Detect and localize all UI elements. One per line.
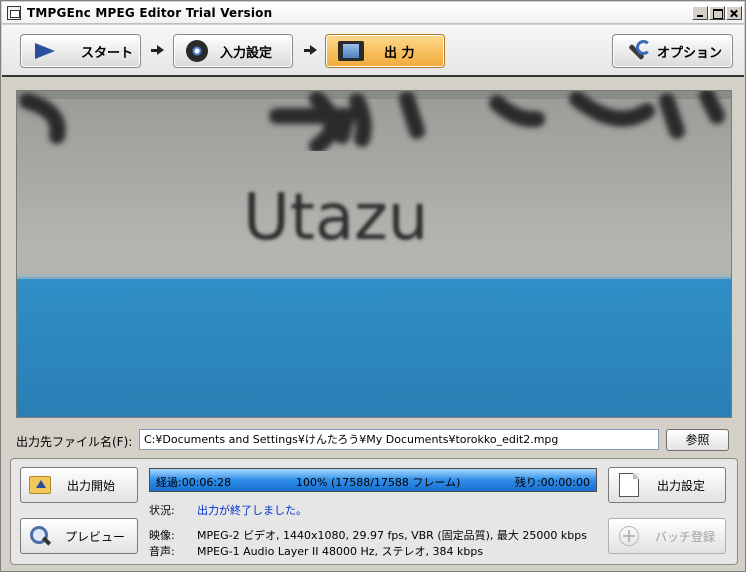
video-preview: Utazu [16,90,732,418]
folder-upload-icon [29,476,51,494]
status-label: 状況: [149,504,175,517]
close-button[interactable] [726,6,742,20]
batch-register-button[interactable]: バッチ登録 [608,518,726,554]
output-step-button[interactable]: 出 力 [325,34,445,68]
arrow-right-icon [150,43,164,57]
document-icon [619,473,639,497]
browse-button[interactable]: 参照 [666,429,729,451]
wrench-icon [625,40,651,62]
batch-register-label: バッチ登録 [655,529,716,544]
magnifier-icon [29,525,51,547]
progress-bar: 経過:00:06:28 100% (17588/17588 フレーム) 残り:0… [149,468,597,492]
audio-label: 音声: [149,545,175,558]
start-step-label: スタート [81,45,134,61]
start-step-button[interactable]: スタート [20,34,141,68]
title-bar[interactable]: TMPGEnc MPEG Editor Trial Version [2,2,744,24]
audio-info: MPEG-1 Audio Layer II 48000 Hz, ステレオ, 38… [197,545,484,558]
output-settings-label: 出力設定 [657,478,706,493]
output-step-label: 出 力 [384,45,415,61]
arrow-right-icon [303,43,317,57]
app-icon[interactable] [7,6,21,20]
maximize-button[interactable] [709,6,725,20]
output-settings-button[interactable]: 出力設定 [608,467,726,503]
start-output-button[interactable]: 出力開始 [20,467,138,503]
preview-label: プレビュー [65,529,126,544]
video-frame-image: Utazu [17,91,731,417]
output-file-input[interactable]: C:¥Documents and Settings¥けんたろう¥My Docum… [139,429,659,450]
status-value: 出力が終了しました。 [197,504,307,517]
film-reel-icon [186,40,208,62]
play-icon [35,43,55,59]
options-label: オプション [657,45,723,61]
remaining-time: 残り:00:00:00 [514,476,590,489]
input-settings-step-label: 入力設定 [220,45,273,61]
preview-button[interactable]: プレビュー [20,518,138,554]
output-file-label: 出力先ファイル名(F): [16,435,133,449]
video-label: 映像: [149,529,175,542]
step-navigation: スタート 入力設定 出 力 オプション [2,25,744,77]
input-settings-step-button[interactable]: 入力設定 [173,34,293,68]
progress-percent: 100% (17588/17588 フレーム) [296,476,461,489]
utazu-sign-text: Utazu [243,181,428,255]
elapsed-time: 経過:00:06:28 [156,476,232,489]
film-strip-icon [338,41,364,61]
minimize-button[interactable] [692,6,708,20]
plus-circle-icon [619,526,639,546]
start-output-label: 出力開始 [67,478,116,493]
video-info: MPEG-2 ビデオ, 1440x1080, 29.97 fps, VBR (固… [197,529,587,542]
options-button[interactable]: オプション [612,34,733,68]
output-control-panel: 出力開始 プレビュー 経過:00:06:28 100% (17588/17588… [10,458,738,565]
window-title: TMPGEnc MPEG Editor Trial Version [27,6,273,20]
app-window: TMPGEnc MPEG Editor Trial Version スタート 入… [0,0,746,572]
